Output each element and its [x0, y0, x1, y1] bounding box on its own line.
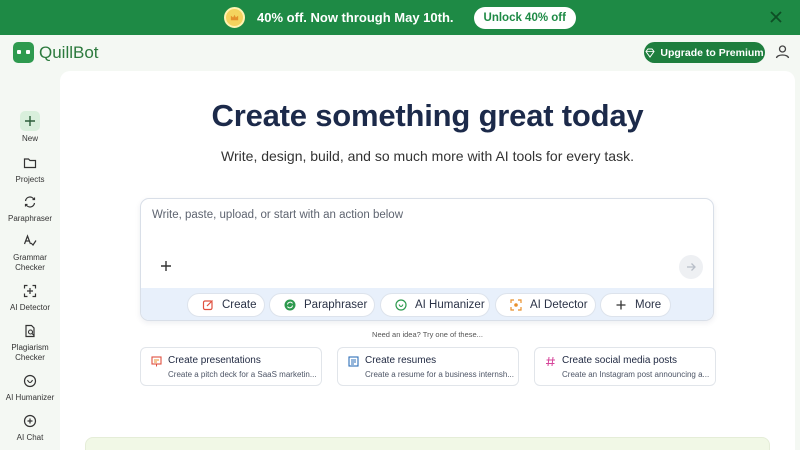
chat-icon [21, 412, 39, 430]
crown-badge-icon [224, 7, 246, 28]
sidebar-item-label: AI Chat [16, 433, 44, 442]
sidebar-item-label: AI Humanizer [5, 393, 55, 402]
top-header: QuillBot Upgrade to Premium [0, 35, 800, 71]
suggestion-title: Create social media posts [562, 355, 678, 366]
suggestion-subtitle: Create a pitch deck for a SaaS marketin.… [168, 370, 317, 379]
action-label: Create [222, 299, 257, 311]
suggestion-title: Create resumes [365, 355, 437, 366]
suggestion-subtitle: Create an Instagram post announcing a... [562, 370, 710, 379]
send-button[interactable] [679, 255, 703, 279]
sidebar-item-new[interactable]: New [0, 111, 60, 144]
close-icon[interactable] [768, 9, 784, 25]
resume-icon [348, 356, 359, 367]
detector-icon [510, 299, 522, 311]
paraphraser-action-button[interactable]: Paraphraser [269, 293, 375, 317]
action-label: AI Humanizer [415, 299, 485, 311]
sidebar-item-plagiarism-checker[interactable]: Plagiarism Checker [0, 322, 60, 363]
sidebar-item-label: Projects [15, 175, 45, 184]
upgrade-label: Upgrade to Premium [660, 46, 764, 59]
create-icon [202, 299, 214, 311]
promo-text: 40% off. Now through May 10th. [257, 10, 454, 25]
user-icon[interactable] [775, 44, 790, 59]
grammar-icon [21, 232, 39, 250]
quillbot-logo[interactable]: QuillBot [13, 42, 99, 63]
promo-banner: 40% off. Now through May 10th. Unlock 40… [0, 0, 800, 35]
sidebar-item-label: Grammar Checker [13, 253, 47, 272]
hashtag-icon [546, 356, 555, 367]
create-action-button[interactable]: Create [187, 293, 265, 317]
diamond-icon [645, 48, 655, 58]
paraphraser-icon [21, 193, 39, 211]
quillbot-logo-icon [13, 42, 34, 63]
sidebar-item-label: AI Detector [9, 303, 50, 312]
action-label: AI Detector [530, 299, 588, 311]
sidebar-item-label: Plagiarism Checker [11, 343, 49, 362]
sidebar: New Projects Paraphraser Grammar Checker… [0, 71, 60, 450]
sidebar-item-label: New [21, 134, 38, 143]
detector-action-button[interactable]: AI Detector [495, 293, 596, 317]
more-action-button[interactable]: More [600, 293, 671, 317]
sidebar-item-label: Paraphraser [7, 214, 53, 223]
suggestion-card-presentations[interactable]: Create presentations Create a pitch deck… [140, 347, 322, 386]
arrow-right-icon [687, 263, 696, 271]
unlock-offer-button[interactable]: Unlock 40% off [473, 6, 576, 29]
sidebar-item-ai-detector[interactable]: AI Detector [0, 282, 60, 313]
action-label: More [635, 299, 662, 311]
suggestion-subtitle: Create a resume for a business internsh.… [365, 370, 514, 379]
sidebar-item-ai-chat[interactable]: AI Chat [0, 412, 60, 443]
sidebar-item-paraphraser[interactable]: Paraphraser [0, 193, 60, 224]
logo-text: QuillBot [39, 42, 99, 62]
composer-box: Write, paste, upload, or start with an a… [140, 198, 714, 321]
plus-icon [20, 111, 40, 131]
folder-icon [21, 154, 39, 172]
main-panel: Create something great today Write, desi… [60, 71, 795, 450]
action-label: Paraphraser [304, 299, 368, 311]
paraphraser-icon [284, 299, 296, 311]
page-title: Create something great today [211, 98, 644, 133]
sidebar-item-ai-humanizer[interactable]: AI Humanizer [0, 372, 60, 403]
plagiarism-icon [21, 322, 39, 340]
page-subtitle: Write, design, build, and so much more w… [221, 148, 634, 164]
plus-icon [615, 299, 627, 311]
bottom-section-preview [85, 437, 770, 450]
humanizer-action-button[interactable]: AI Humanizer [380, 293, 490, 317]
idea-hint: Need an idea? Try one of these... [372, 330, 483, 339]
detector-icon [21, 282, 39, 300]
presentation-icon [151, 356, 162, 367]
humanizer-icon [21, 372, 39, 390]
humanizer-icon [395, 299, 407, 311]
upgrade-premium-button[interactable]: Upgrade to Premium [644, 42, 765, 63]
sidebar-item-grammar-checker[interactable]: Grammar Checker [0, 232, 60, 273]
composer-input[interactable]: Write, paste, upload, or start with an a… [152, 209, 403, 221]
attach-plus-icon[interactable] [159, 259, 173, 273]
suggestion-card-resumes[interactable]: Create resumes Create a resume for a bus… [337, 347, 519, 386]
sidebar-item-projects[interactable]: Projects [0, 154, 60, 185]
suggestion-card-social-posts[interactable]: Create social media posts Create an Inst… [534, 347, 716, 386]
suggestion-title: Create presentations [168, 355, 261, 366]
action-bar: Create Paraphraser AI Humanizer AI Detec… [141, 288, 713, 320]
